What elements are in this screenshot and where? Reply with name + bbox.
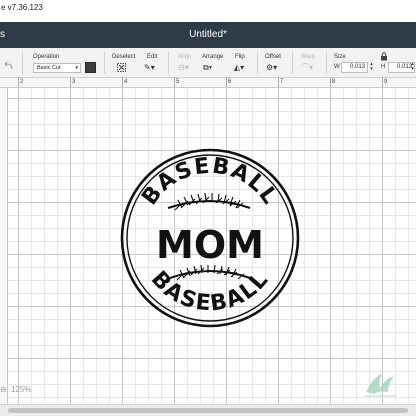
document-title: Untitled* bbox=[189, 29, 227, 40]
ruler-tick bbox=[174, 77, 175, 87]
title-bar: s Untitled* bbox=[0, 22, 416, 48]
flip-label: Flip bbox=[235, 54, 245, 60]
toolbar-divider bbox=[22, 52, 23, 74]
width-stepper[interactable]: ▴ ▾ bbox=[368, 62, 375, 73]
horizontal-scrollbar[interactable] bbox=[0, 404, 416, 416]
ruler-tick bbox=[382, 77, 383, 87]
toolbar-divider bbox=[292, 52, 293, 74]
ruler-tick bbox=[278, 77, 279, 87]
ruler-number: 9 bbox=[384, 79, 388, 85]
zoom-out-icon[interactable]: ⊖ bbox=[0, 383, 7, 397]
zoom-value: 125% bbox=[10, 385, 32, 394]
ruler-tick bbox=[70, 77, 71, 87]
flip-icon[interactable]: ◭▾ bbox=[234, 63, 244, 73]
stitch-top bbox=[167, 192, 251, 211]
watermark-bird-logo bbox=[364, 374, 396, 397]
ruler-number: 2 bbox=[20, 79, 24, 85]
offset-icon[interactable]: ⚙▾ bbox=[266, 63, 277, 73]
edit-label: Edit bbox=[147, 54, 158, 60]
toolbar-divider bbox=[326, 52, 327, 74]
ruler-tick bbox=[122, 77, 123, 87]
lock-icon[interactable] bbox=[380, 52, 388, 61]
operation-value: Basic Cut bbox=[37, 65, 61, 71]
width-input[interactable]: 0.013 bbox=[341, 62, 368, 73]
ruler-number: 6 bbox=[228, 79, 232, 85]
warp-icon[interactable]: ⌒▾ bbox=[301, 63, 313, 73]
arrange-icon[interactable]: ⧉▾ bbox=[203, 63, 212, 73]
width-label: W bbox=[334, 64, 340, 70]
baseball-mom-design[interactable]: BASEBALL BASEBALL MOM bbox=[118, 146, 302, 330]
size-label: Size bbox=[334, 54, 346, 60]
offset-label: Offset bbox=[265, 54, 281, 60]
version-label: e v7.36.123 bbox=[0, 0, 416, 16]
ruler-tick bbox=[226, 77, 227, 87]
ruler-number: 5 bbox=[176, 79, 180, 85]
toolbar-divider bbox=[257, 52, 258, 74]
vertical-ruler bbox=[0, 88, 8, 404]
ruler-tick bbox=[18, 77, 19, 87]
ruler-tick bbox=[330, 77, 331, 87]
operation-select[interactable]: Basic Cut ▾ bbox=[33, 63, 81, 73]
zoom-control: ⊖ 125% bbox=[0, 383, 31, 397]
arc-text-bottom: BASEBALL bbox=[146, 267, 274, 317]
stitch-bottom bbox=[169, 264, 251, 281]
edit-icon[interactable]: ✎▾ bbox=[144, 63, 155, 73]
center-text: MOM bbox=[156, 223, 264, 267]
deselect-label: Deselect bbox=[112, 54, 136, 60]
toolbar-divider bbox=[104, 52, 105, 74]
ruler-number: 7 bbox=[280, 79, 284, 85]
horizontal-ruler: 2 3 4 5 6 7 8 9 bbox=[0, 77, 416, 88]
toolbar-divider bbox=[168, 52, 169, 74]
deselect-icon[interactable] bbox=[116, 62, 128, 74]
ruler-number: 8 bbox=[332, 79, 336, 85]
edit-toolbar: Operation Basic Cut ▾ Deselect Edit ✎▾ A… bbox=[0, 48, 416, 78]
align-label: Align bbox=[178, 54, 192, 60]
design-space-window: e v7.36.123 s Untitled* Operation Basic … bbox=[0, 0, 416, 416]
ruler-number: 4 bbox=[124, 79, 128, 85]
chevron-down-icon: ▾ bbox=[75, 65, 78, 71]
color-swatch[interactable] bbox=[85, 62, 96, 73]
operation-label: Operation bbox=[33, 54, 60, 60]
arrange-label: Arrange bbox=[202, 54, 224, 60]
align-icon[interactable]: ⊟▾ bbox=[178, 63, 189, 73]
warp-label: Warp bbox=[301, 54, 316, 60]
undo-icon[interactable] bbox=[3, 60, 15, 72]
height-label: H bbox=[381, 64, 386, 70]
height-stepper[interactable]: ▴ ▾ bbox=[409, 62, 416, 73]
scrollbar-thumb[interactable] bbox=[8, 408, 408, 413]
ruler-number: 3 bbox=[72, 79, 76, 85]
